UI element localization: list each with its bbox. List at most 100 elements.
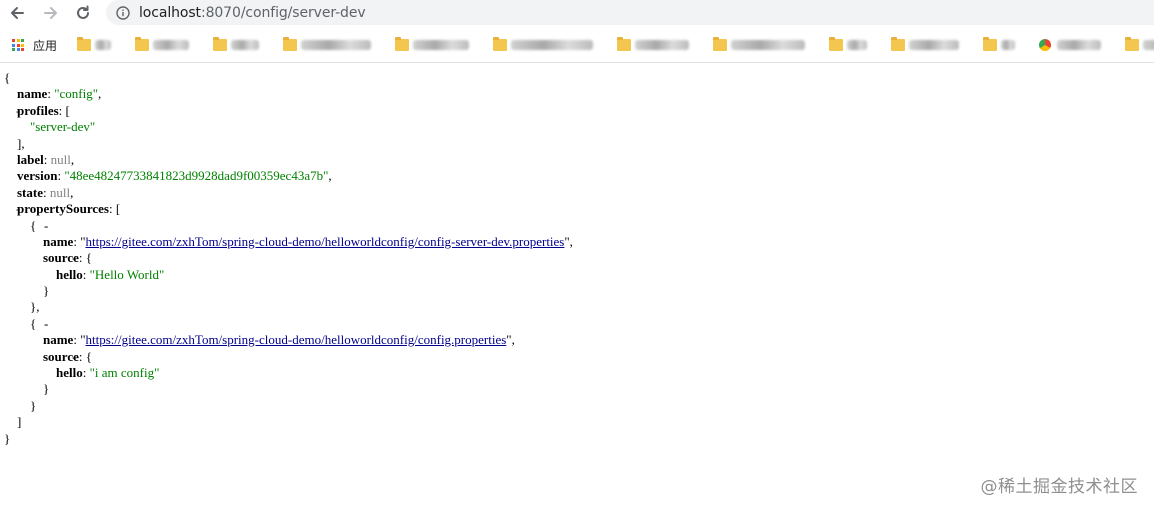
info-icon[interactable] xyxy=(116,5,130,20)
json-key: name xyxy=(43,233,74,249)
source-url-link[interactable]: https://gitee.com/zxhTom/spring-cloud-de… xyxy=(86,332,507,347)
blurred-bookmark-label xyxy=(413,40,470,50)
url-path: /config/server-dev xyxy=(240,4,366,21)
collapse-toggle[interactable]: - xyxy=(16,103,20,119)
chrome-icon xyxy=(1039,39,1052,51)
bookmark-folder[interactable] xyxy=(493,37,594,51)
folder-icon xyxy=(983,37,998,51)
json-string: "Hello World" xyxy=(89,266,165,282)
back-button[interactable] xyxy=(6,2,28,24)
json-string: "config" xyxy=(54,86,99,102)
json-line-profiles: - profiles: [ xyxy=(16,102,70,119)
bookmark-folder[interactable] xyxy=(77,37,112,51)
folder-icon xyxy=(829,37,844,51)
apps-label: 应用 xyxy=(33,38,58,53)
json-line-source: - source: { xyxy=(43,250,92,266)
json-line-hello: hello: "Hello World" xyxy=(56,266,165,282)
apps-shortcut[interactable]: 应用 xyxy=(12,37,57,54)
json-line: - { xyxy=(4,315,49,332)
json-string: "48ee48247733841823d9928dad9f00359ec43a7… xyxy=(64,168,329,184)
json-line-state: state: null, xyxy=(17,184,74,200)
json-string: "i am config" xyxy=(89,365,160,381)
json-line: ] xyxy=(4,414,22,430)
folder-icon xyxy=(395,37,410,51)
forward-arrow-icon xyxy=(44,7,57,19)
blurred-bookmark-label xyxy=(731,40,806,50)
folder-icon xyxy=(1125,37,1140,51)
bookmarks-bar: 应用 xyxy=(0,33,1154,57)
json-key: hello xyxy=(56,365,83,381)
bookmark-folder[interactable] xyxy=(1125,37,1154,51)
bookmark-folder[interactable] xyxy=(283,37,372,51)
url-text[interactable]: localhost:8070/config/server-dev xyxy=(139,5,366,21)
collapse-toggle[interactable]: - xyxy=(72,349,76,365)
folder-icon xyxy=(713,37,728,51)
open-brace: { xyxy=(4,70,11,85)
blurred-bookmark-label xyxy=(1143,40,1154,50)
toolbar-divider xyxy=(0,62,1154,63)
forward-button[interactable] xyxy=(40,2,62,24)
json-key: version xyxy=(17,168,58,184)
json-key: state xyxy=(17,184,43,200)
json-key: propertySources xyxy=(17,201,109,217)
json-line-property-sources: - propertySources: [ xyxy=(16,201,121,217)
collapse-toggle[interactable]: - xyxy=(72,250,76,266)
blurred-bookmark-label xyxy=(95,40,112,50)
back-arrow-icon xyxy=(11,7,24,19)
json-key: name xyxy=(43,332,74,348)
browser-toolbar: localhost:8070/config/server-dev xyxy=(0,0,1154,27)
folder-icon xyxy=(493,37,508,51)
blurred-bookmark-label xyxy=(153,40,190,50)
blurred-bookmark-label xyxy=(231,40,260,50)
folder-icon xyxy=(617,37,632,51)
json-line-source-name: name: "https://gitee.com/zxhTom/spring-c… xyxy=(43,233,573,249)
bookmark-folder[interactable] xyxy=(617,37,690,51)
bookmark-folder[interactable] xyxy=(891,37,960,51)
folder-icon xyxy=(891,37,906,51)
bookmark-folder[interactable] xyxy=(829,37,868,51)
collapse-toggle[interactable]: - xyxy=(16,201,20,217)
bookmark-folder[interactable] xyxy=(395,37,470,51)
json-line: } xyxy=(4,397,37,413)
blurred-bookmark-label xyxy=(635,40,690,50)
address-bar[interactable]: localhost:8070/config/server-dev xyxy=(106,0,1154,25)
close-brace: } xyxy=(4,430,11,446)
bookmark-folder[interactable] xyxy=(135,37,190,51)
collapse-toggle[interactable]: - xyxy=(44,316,48,332)
folder-icon xyxy=(283,37,298,51)
bookmark-folder[interactable] xyxy=(983,37,1016,51)
json-line: } xyxy=(4,381,50,397)
bookmark-folder[interactable] xyxy=(213,37,260,51)
json-line-hello: hello: "i am config" xyxy=(56,365,160,381)
json-line: { xyxy=(4,70,573,86)
json-line-version: version: "48ee48247733841823d9928dad9f00… xyxy=(17,168,332,184)
json-line: } xyxy=(4,283,50,299)
collapse-toggle[interactable]: - xyxy=(44,218,48,234)
json-key: profiles xyxy=(17,102,59,118)
json-null: null xyxy=(50,151,71,167)
json-line-profile-item: "server-dev" xyxy=(4,119,573,135)
json-line-source: - source: { xyxy=(43,348,92,365)
blurred-bookmark-label xyxy=(847,40,868,50)
json-viewer: { name: "config", - profiles: [ "server-… xyxy=(4,70,573,447)
bookmark-item[interactable] xyxy=(1039,39,1102,51)
apps-grid-icon xyxy=(12,39,24,51)
bookmark-folder[interactable] xyxy=(713,37,806,51)
json-line: ], xyxy=(4,135,25,151)
blurred-bookmark-label xyxy=(909,40,960,50)
json-string: "server-dev" xyxy=(30,119,96,135)
reload-icon xyxy=(77,5,89,19)
blurred-bookmark-label xyxy=(1057,40,1102,50)
json-key: name xyxy=(17,86,48,102)
folder-icon xyxy=(77,37,92,51)
json-key: label xyxy=(17,151,44,167)
json-line: - { xyxy=(4,217,49,234)
reload-button[interactable] xyxy=(72,2,94,24)
watermark: @稀土掘金技术社区 xyxy=(980,477,1138,497)
json-line-name: name: "config", xyxy=(17,86,102,102)
url-port: :8070 xyxy=(200,4,241,21)
folder-icon xyxy=(213,37,228,51)
json-null: null xyxy=(49,184,71,200)
json-line-label: label: null, xyxy=(17,151,75,167)
source-url-link[interactable]: https://gitee.com/zxhTom/spring-cloud-de… xyxy=(86,234,565,249)
